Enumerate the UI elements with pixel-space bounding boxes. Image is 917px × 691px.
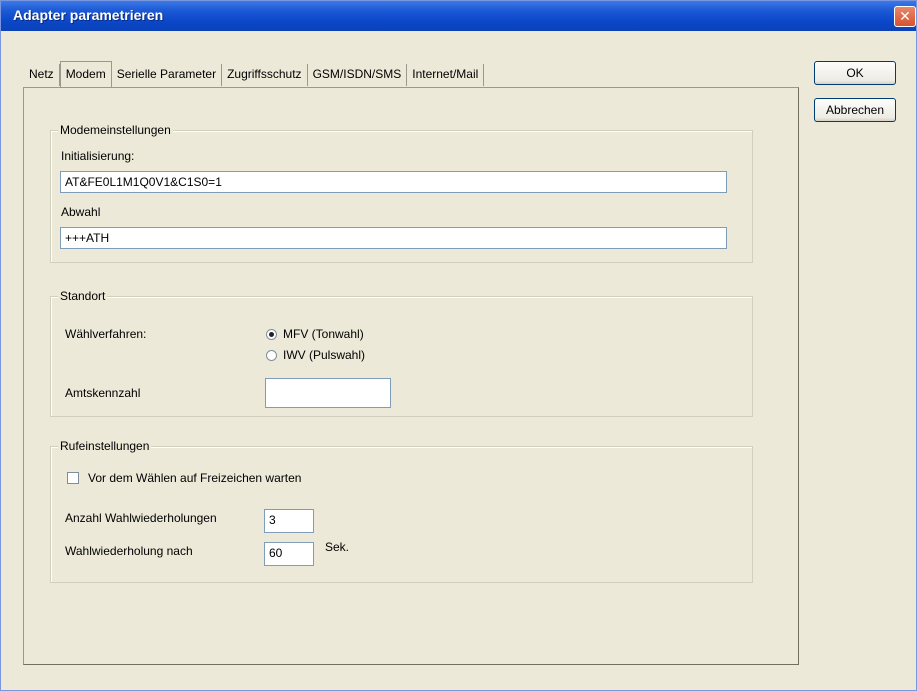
retry-after-label: Wahlwiederholung nach — [65, 544, 193, 558]
tab-internet-mail[interactable]: Internet/Mail — [407, 64, 485, 86]
dialog-window: Adapter parametrieren ✕ Netz Modem Serie… — [0, 0, 917, 691]
tab-netz[interactable]: Netz — [26, 64, 60, 86]
radio-pulse-dial[interactable] — [266, 350, 277, 361]
retries-label: Anzahl Wahlwiederholungen — [65, 511, 217, 525]
dial-method-label: Wählverfahren: — [65, 327, 147, 341]
radio-pulse-label[interactable]: IWV (Pulswahl) — [283, 348, 365, 362]
wait-tone-checkbox[interactable] — [67, 472, 79, 484]
tab-serielle-parameter[interactable]: Serielle Parameter — [112, 64, 223, 86]
group-legend: Rufeinstellungen — [58, 439, 152, 453]
retry-after-input[interactable]: 60 — [264, 542, 314, 566]
init-label: Initialisierung: — [61, 149, 135, 163]
group-legend: Modemeinstellungen — [58, 123, 173, 137]
tab-gsm-isdn-sms[interactable]: GSM/ISDN/SMS — [308, 64, 408, 86]
location-group: Standort Wählverfahren: MFV (Tonwahl) IW… — [50, 289, 753, 417]
title-bar[interactable]: Adapter parametrieren ✕ — [1, 1, 916, 31]
close-icon[interactable]: ✕ — [894, 6, 916, 27]
hangup-string-input[interactable]: +++ATH — [60, 227, 727, 249]
modem-tab-panel: Modemeinstellungen Initialisierung: AT&F… — [23, 87, 799, 665]
tab-bar: Netz Modem Serielle Parameter Zugriffssc… — [26, 61, 485, 87]
retries-input[interactable]: 3 — [264, 509, 314, 533]
call-settings-group: Rufeinstellungen Vor dem Wählen auf Frei… — [50, 439, 753, 583]
cancel-button[interactable]: Abbrechen — [814, 98, 896, 122]
init-string-input[interactable]: AT&FE0L1M1Q0V1&C1S0=1 — [60, 171, 727, 193]
hangup-label: Abwahl — [61, 205, 101, 219]
group-legend: Standort — [58, 289, 108, 303]
tab-zugriffsschutz[interactable]: Zugriffsschutz — [222, 64, 308, 86]
ok-button[interactable]: OK — [814, 61, 896, 85]
radio-tone-dial[interactable] — [266, 329, 277, 340]
tab-modem[interactable]: Modem — [59, 61, 112, 87]
prefix-input[interactable] — [265, 378, 391, 408]
wait-tone-label[interactable]: Vor dem Wählen auf Freizeichen warten — [88, 471, 301, 485]
window-title: Adapter parametrieren — [13, 7, 164, 23]
prefix-label: Amtskennzahl — [65, 386, 141, 400]
modem-settings-group: Modemeinstellungen Initialisierung: AT&F… — [50, 123, 753, 263]
radio-tone-label[interactable]: MFV (Tonwahl) — [283, 327, 364, 341]
retry-after-unit: Sek. — [325, 540, 350, 554]
